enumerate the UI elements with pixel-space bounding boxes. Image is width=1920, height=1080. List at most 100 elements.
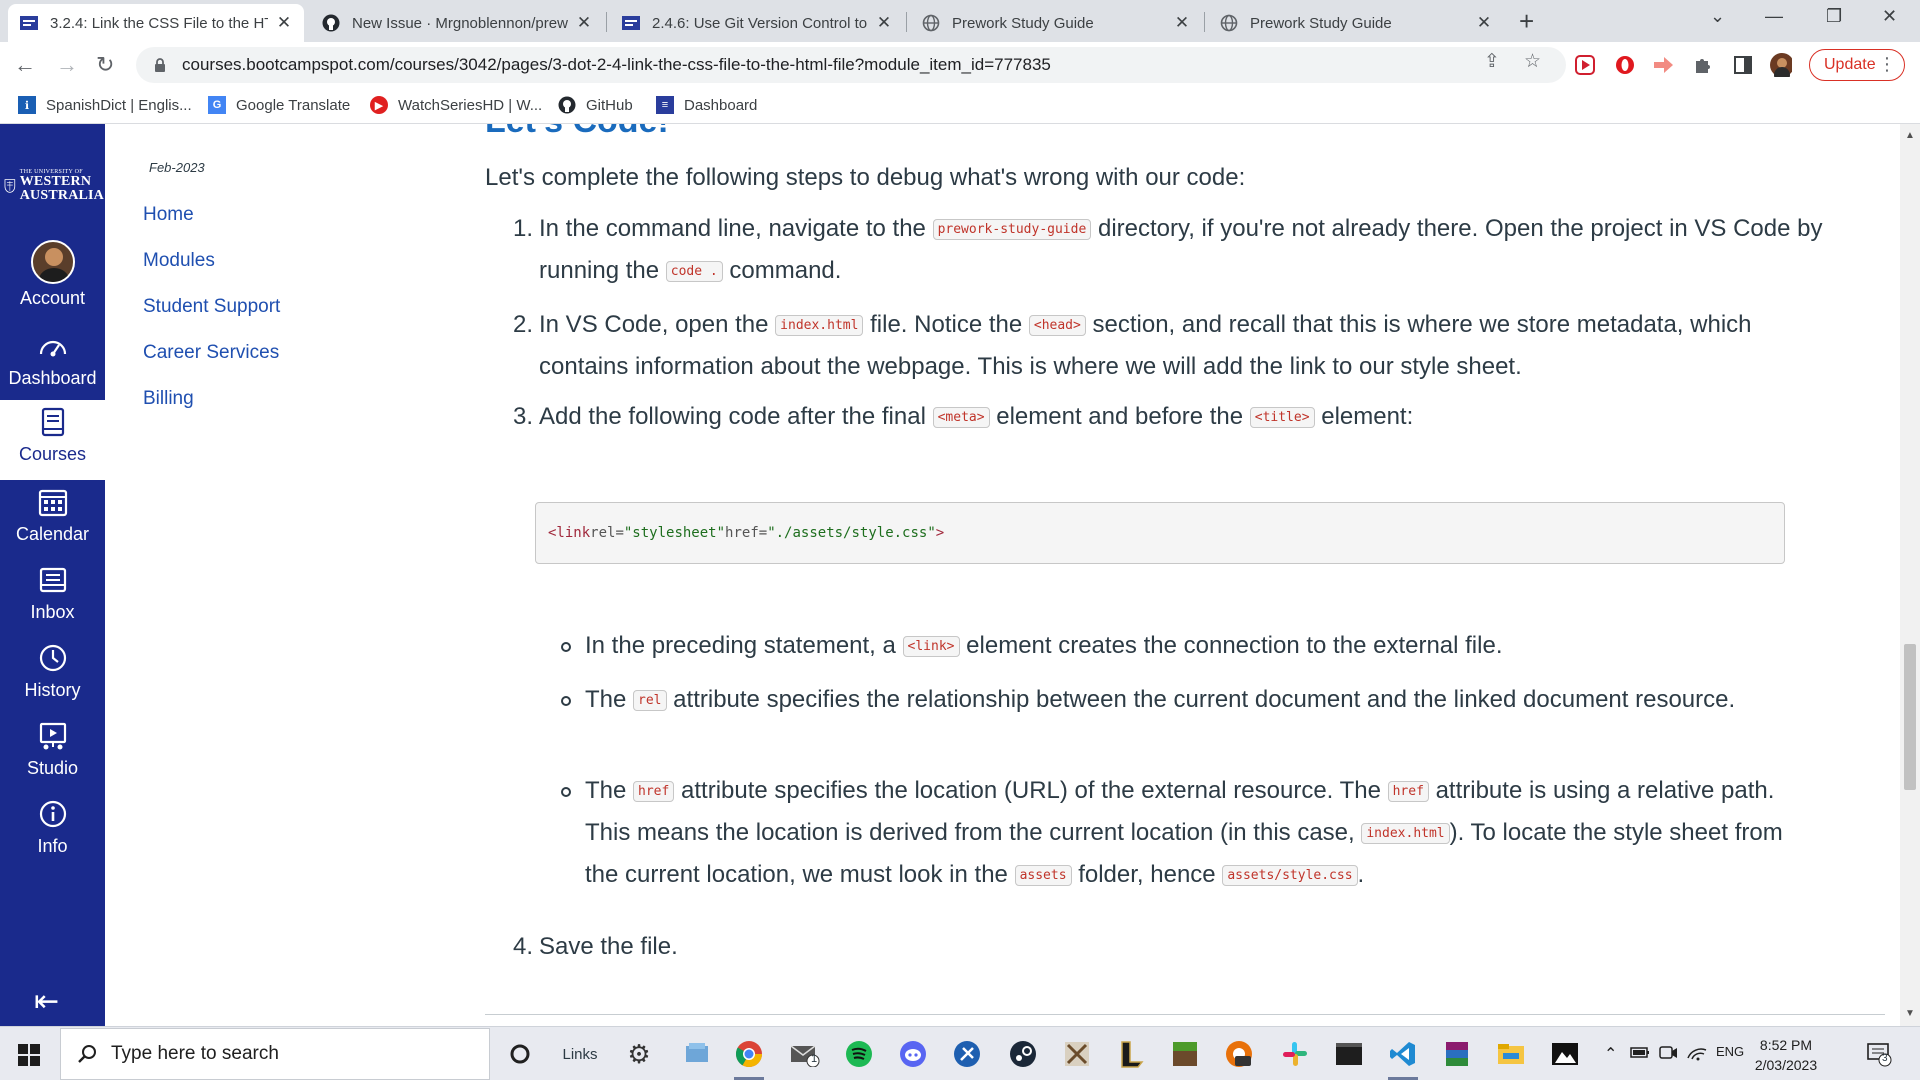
game-app-icon[interactable] bbox=[1062, 1039, 1092, 1069]
code-block[interactable]: <link rel= "stylesheet" href= "./assets/st… bbox=[535, 502, 1785, 564]
close-icon[interactable]: ✕ bbox=[1174, 13, 1190, 33]
close-icon[interactable]: ✕ bbox=[1476, 13, 1492, 33]
bookmark-spanishdict[interactable]: ℹ SpanishDict | Englis... bbox=[18, 96, 192, 114]
back-icon[interactable]: ← bbox=[14, 52, 36, 78]
url-text[interactable]: courses.bootcampspot.com/courses/3042/pa… bbox=[182, 55, 1051, 75]
step-text: In VS Code, open the bbox=[539, 311, 776, 338]
share-icon[interactable]: ⇪ bbox=[1484, 50, 1500, 73]
course-nav-student-support[interactable]: Student Support bbox=[143, 296, 280, 318]
scrollbar-thumb[interactable] bbox=[1904, 644, 1916, 790]
chrome-icon[interactable] bbox=[734, 1039, 764, 1069]
vscode-icon[interactable] bbox=[1388, 1039, 1418, 1069]
close-icon[interactable]: ✕ bbox=[276, 13, 292, 33]
tab-prework-study-guide-2[interactable]: Prework Study Guide ✕ bbox=[1208, 4, 1504, 42]
course-nav-billing[interactable]: Billing bbox=[143, 388, 194, 410]
slack-icon[interactable] bbox=[1280, 1039, 1310, 1069]
close-icon[interactable]: ✕ bbox=[576, 13, 592, 33]
step-text: file. Notice the bbox=[863, 311, 1029, 338]
course-nav-career-services[interactable]: Career Services bbox=[143, 342, 279, 364]
new-tab-icon[interactable]: + bbox=[1519, 8, 1534, 34]
cortana-icon[interactable] bbox=[505, 1039, 535, 1069]
code-string: "./assets/style.css" bbox=[767, 525, 936, 541]
meet-now-icon[interactable] bbox=[1658, 1044, 1678, 1065]
tab-new-issue[interactable]: New Issue · Mrgnoblennon/prework ✕ bbox=[310, 4, 604, 42]
global-nav-calendar[interactable]: Calendar bbox=[0, 480, 105, 558]
menu-dots-icon[interactable]: ⋮ bbox=[1878, 54, 1896, 75]
chrome-dev-icon[interactable] bbox=[1224, 1039, 1254, 1069]
opera-extension-icon[interactable] bbox=[1614, 54, 1636, 76]
page-scrollbar[interactable]: ▲ ▼ bbox=[1900, 124, 1920, 1026]
side-panel-icon[interactable] bbox=[1732, 54, 1754, 76]
maximize-icon[interactable]: ❐ bbox=[1826, 6, 1842, 27]
global-nav-dashboard[interactable]: Dashboard bbox=[0, 324, 105, 402]
google-translate-icon: G bbox=[208, 96, 226, 114]
update-label: Update bbox=[1824, 56, 1876, 73]
collapse-nav-icon[interactable]: ⇤ bbox=[34, 984, 59, 1019]
battery-icon[interactable] bbox=[1630, 1044, 1650, 1063]
spotify-icon[interactable] bbox=[844, 1039, 874, 1069]
taskbar-search-input[interactable]: Type here to search bbox=[60, 1028, 490, 1080]
tool-app-icon[interactable] bbox=[952, 1039, 982, 1069]
university-logo[interactable]: THE UNIVERSITY OF WESTERN AUSTRALIA bbox=[4, 166, 104, 206]
terminal-icon[interactable] bbox=[1334, 1039, 1364, 1069]
bookmark-watchseries[interactable]: ▶ WatchSeriesHD | W... bbox=[370, 96, 542, 114]
photos-icon[interactable] bbox=[1550, 1039, 1580, 1069]
discord-icon[interactable] bbox=[898, 1039, 928, 1069]
minecraft-icon[interactable] bbox=[1170, 1039, 1200, 1069]
inline-code: href bbox=[633, 781, 675, 803]
profile-avatar[interactable] bbox=[1770, 53, 1792, 77]
course-nav-modules[interactable]: Modules bbox=[143, 250, 215, 272]
language-indicator[interactable]: ENG bbox=[1716, 1044, 1744, 1059]
global-nav-account[interactable]: Account bbox=[0, 234, 105, 312]
wifi-icon[interactable] bbox=[1686, 1044, 1708, 1065]
bookmark-star-icon[interactable]: ☆ bbox=[1524, 50, 1541, 73]
bookmark-google-translate[interactable]: G Google Translate bbox=[208, 96, 350, 114]
global-nav-info[interactable]: Info bbox=[0, 792, 105, 870]
global-nav-studio[interactable]: Studio bbox=[0, 714, 105, 792]
bookmark-label: GitHub bbox=[586, 96, 633, 114]
taskbar-clock[interactable]: 8:52 PM 2/03/2023 bbox=[1746, 1035, 1826, 1075]
steam-icon[interactable] bbox=[1008, 1039, 1038, 1069]
scroll-down-icon[interactable]: ▼ bbox=[1905, 1008, 1915, 1019]
window-close-icon[interactable]: ✕ bbox=[1882, 6, 1897, 27]
global-navigation: THE UNIVERSITY OF WESTERN AUSTRALIA Acco… bbox=[0, 124, 105, 1026]
minimize-icon[interactable]: — bbox=[1765, 6, 1783, 27]
code-string: "stylesheet" bbox=[623, 525, 726, 541]
bookmark-dashboard[interactable]: ≡ Dashboard bbox=[656, 96, 757, 114]
global-nav-inbox[interactable]: Inbox bbox=[0, 558, 105, 636]
address-bar[interactable]: courses.bootcampspot.com/courses/3042/pa… bbox=[136, 47, 1566, 83]
settings-gear-icon[interactable]: ⚙ bbox=[624, 1039, 654, 1069]
files-icon[interactable] bbox=[682, 1039, 712, 1069]
tab-search-icon[interactable]: ⌄ bbox=[1710, 6, 1725, 27]
league-icon[interactable] bbox=[1116, 1039, 1146, 1069]
mail-icon[interactable]: 1 bbox=[790, 1039, 820, 1069]
bullet-text: attribute specifies the location (URL) o… bbox=[674, 777, 1388, 804]
close-icon[interactable]: ✕ bbox=[876, 13, 892, 33]
forward-icon[interactable]: → bbox=[56, 52, 78, 78]
update-button[interactable]: Update ⋮ bbox=[1809, 49, 1905, 81]
file-explorer-icon[interactable] bbox=[1496, 1039, 1526, 1069]
show-hidden-icons-icon[interactable]: ⌃ bbox=[1604, 1044, 1617, 1064]
arrow-extension-icon[interactable] bbox=[1652, 54, 1674, 76]
winrar-icon[interactable] bbox=[1442, 1039, 1472, 1069]
tab-git-version-control[interactable]: 2.4.6: Use Git Version Control to Save ✕ bbox=[610, 4, 904, 42]
scroll-up-icon[interactable]: ▲ bbox=[1905, 130, 1915, 141]
global-nav-history[interactable]: History bbox=[0, 636, 105, 714]
avatar bbox=[30, 240, 75, 284]
windows-start-icon[interactable] bbox=[18, 1044, 40, 1066]
divider bbox=[485, 1014, 1885, 1015]
reload-icon[interactable]: ↻ bbox=[96, 52, 114, 78]
notification-center-icon[interactable]: 3 bbox=[1866, 1041, 1892, 1067]
tab-prework-study-guide-1[interactable]: Prework Study Guide ✕ bbox=[910, 4, 1202, 42]
tab-link-css-file[interactable]: 3.2.4: Link the CSS File to the HTML ✕ bbox=[8, 4, 304, 42]
bookmark-github[interactable]: GitHub bbox=[558, 96, 633, 114]
course-nav-home[interactable]: Home bbox=[143, 204, 194, 226]
step-3: 3. Add the following code after the fina… bbox=[507, 396, 1827, 438]
github-icon bbox=[558, 96, 576, 114]
links-toolbar[interactable]: Links bbox=[550, 1039, 610, 1069]
bookmark-label: SpanishDict | Englis... bbox=[46, 96, 192, 114]
extensions-puzzle-icon[interactable] bbox=[1692, 54, 1714, 76]
intro-text: Let's complete the following steps to de… bbox=[485, 164, 1246, 191]
global-nav-courses[interactable]: Courses bbox=[0, 400, 105, 480]
extension-red-play-icon[interactable] bbox=[1574, 54, 1596, 76]
